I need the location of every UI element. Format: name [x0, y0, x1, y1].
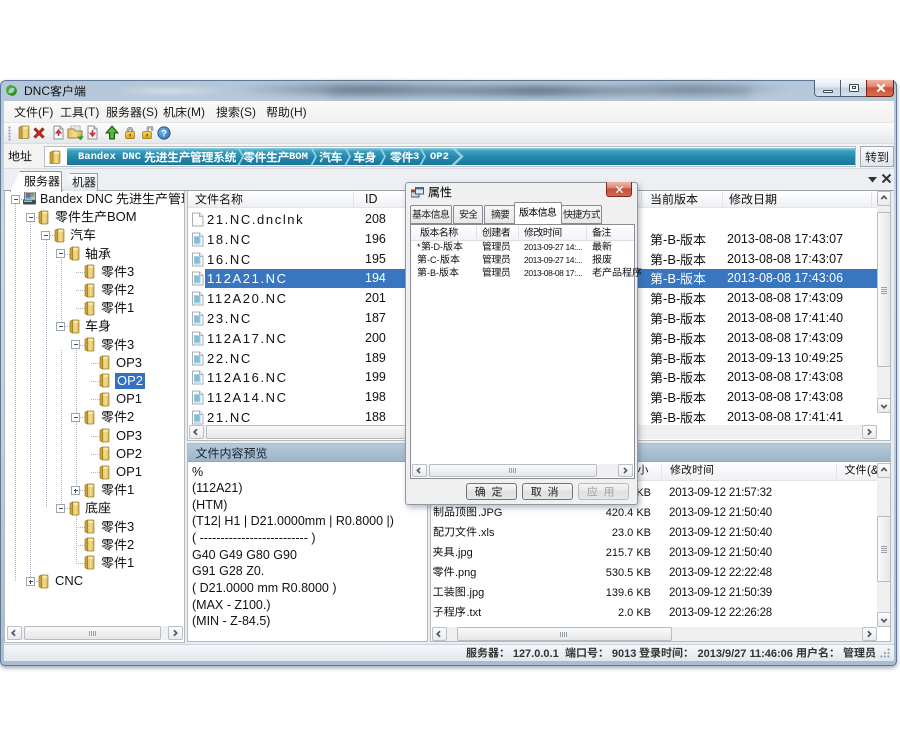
- svg-text:?: ?: [161, 128, 167, 139]
